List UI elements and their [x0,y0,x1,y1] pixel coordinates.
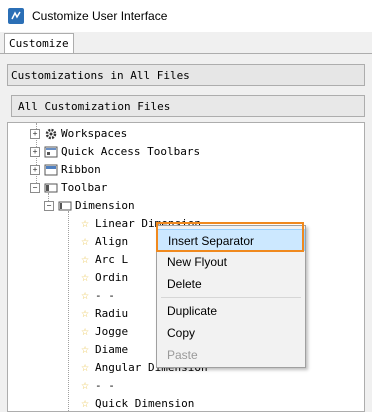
collapse-icon[interactable]: − [30,183,40,193]
collapse-icon[interactable]: − [44,201,54,211]
menu-separator [161,297,301,298]
tree-item-label: Align [95,235,129,248]
tree-node-workspaces[interactable]: + Workspaces [30,125,127,143]
tree-node-quick-access-toolbars[interactable]: + Quick Access Toolbars [30,143,200,161]
tab-strip: Customize [0,32,372,54]
menu-item-insert-separator[interactable]: Insert Separator [157,229,305,251]
tree-node-label: Quick Access Toolbars [61,145,201,158]
star-icon: ☆ [81,396,89,411]
app-icon [8,8,24,24]
tree-item-label: Quick Dimension [95,397,195,410]
tab-customize[interactable]: Customize [4,33,74,54]
tree-item[interactable]: ☆ Align [78,233,128,251]
menu-item-copy[interactable]: Copy [157,322,305,344]
tree-node-ribbon[interactable]: + Ribbon [30,161,101,179]
tree-item-label: - - [95,379,115,392]
tree-item[interactable]: ☆ Arc L [78,251,128,269]
star-icon: ☆ [81,342,89,357]
tree-item-label: - - [95,289,115,302]
tree-item[interactable]: ☆ Diame [78,341,128,359]
menu-item-duplicate[interactable]: Duplicate [157,300,305,322]
window-title: Customize User Interface [32,9,168,23]
customization-files-dropdown[interactable]: All Customization Files [11,95,365,117]
tree-item[interactable]: ☆ Radiu [78,305,128,323]
star-icon: ☆ [81,306,89,321]
expand-icon[interactable]: + [30,165,40,175]
tree-item[interactable]: ☆ Ordin [78,269,128,287]
tree-node-label: Ribbon [61,163,101,176]
expand-icon[interactable]: + [30,147,40,157]
toolbar-icon [44,181,58,195]
tree-item[interactable]: ☆ Jogge [78,323,128,341]
ribbon-icon [44,163,58,177]
customizations-header: Customizations in All Files [7,64,365,86]
tree-item-label: Arc L [95,253,129,266]
tree-node-label: Workspaces [61,127,128,140]
tree-item-label: Diame [95,343,129,356]
star-icon: ☆ [81,234,89,249]
menu-item-new-flyout[interactable]: New Flyout [157,251,305,273]
star-icon: ☆ [81,288,89,303]
star-icon: ☆ [81,270,89,285]
tree-item-label: Ordin [95,271,129,284]
menu-item-delete[interactable]: Delete [157,273,305,295]
menu-item-paste: Paste [167,348,198,362]
tree-node-dimension[interactable]: − Dimension [44,197,135,215]
toolbar-icon [44,145,58,159]
tree-node-toolbar[interactable]: − Toolbar [30,179,107,197]
star-icon: ☆ [81,324,89,339]
toolbar-icon [58,199,72,213]
tree-item[interactable]: ☆ Quick Dimension [78,395,195,411]
star-icon: ☆ [81,378,89,393]
star-icon: ☆ [81,360,89,375]
gear-icon [44,127,58,141]
tree-node-label: Toolbar [61,181,108,194]
expand-icon[interactable]: + [30,129,40,139]
tree-item-separator[interactable]: ☆ - - [78,377,115,395]
star-icon: ☆ [81,216,89,231]
star-icon: ☆ [81,252,89,267]
tree-item-label: Radiu [95,307,129,320]
title-bar: Customize User Interface [0,0,372,32]
context-menu: Insert Separator New Flyout Delete Dupli… [156,225,306,368]
tree-item-label: Jogge [95,325,129,338]
tree-item-separator[interactable]: ☆ - - [78,287,115,305]
tree-guide-line [68,211,69,411]
tree-node-label: Dimension [75,199,135,212]
